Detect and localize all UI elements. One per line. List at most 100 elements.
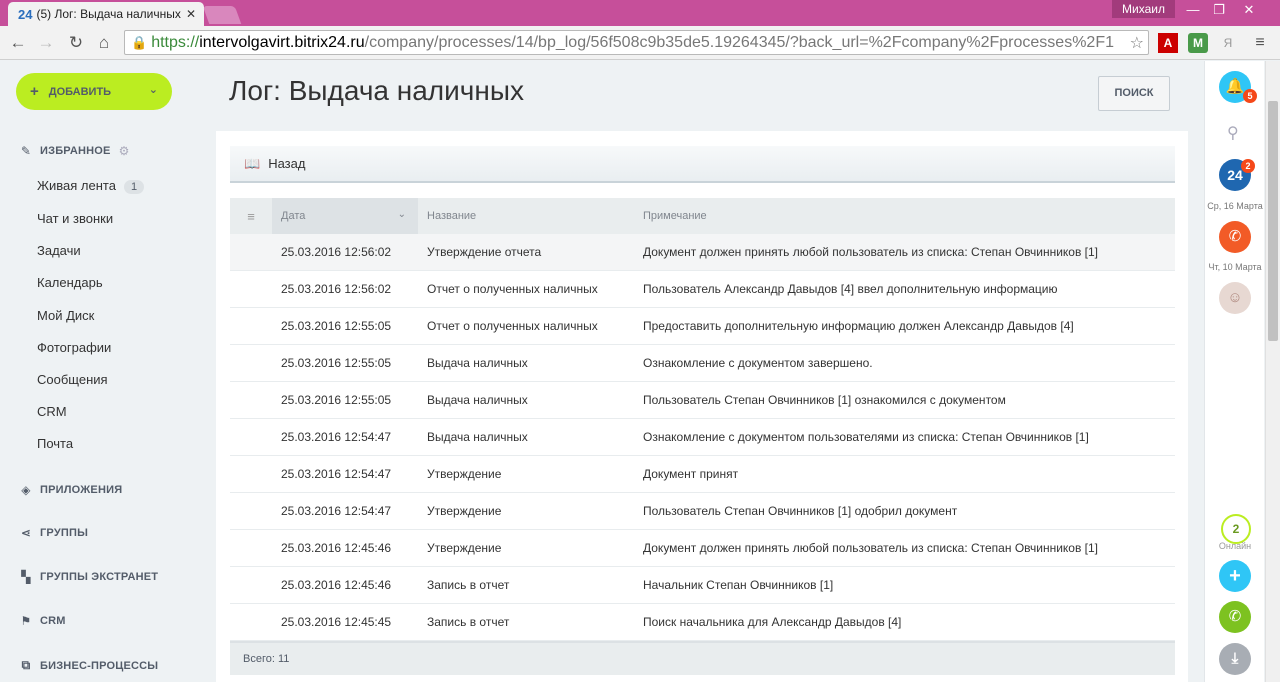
add-chat-icon[interactable]: + bbox=[1219, 560, 1251, 592]
sidebar-item-crm[interactable]: CRM bbox=[37, 404, 67, 419]
sidebar-item-calendar[interactable]: Календарь bbox=[37, 275, 103, 290]
cell-name: Выдача наличных bbox=[427, 356, 528, 370]
avatar[interactable]: ☺ bbox=[1219, 282, 1251, 314]
table-row[interactable]: 25.03.2016 12:45:46 Утверждение Документ… bbox=[230, 530, 1175, 567]
page-scrollbar[interactable] bbox=[1265, 61, 1280, 682]
cell-name: Отчет о полученных наличных bbox=[427, 319, 598, 333]
sidebar-section-label: ГРУППЫ bbox=[40, 527, 89, 539]
bitrix24-favicon-icon: 24 bbox=[18, 6, 33, 22]
sidebar-item-chat[interactable]: Чат и звонки bbox=[37, 211, 113, 226]
table-row[interactable]: 25.03.2016 12:45:45 Запись в отчет Поиск… bbox=[230, 604, 1175, 641]
back-toolbar[interactable]: 📖 Назад bbox=[230, 146, 1175, 183]
call-icon[interactable]: ✆ bbox=[1219, 221, 1251, 253]
table-row[interactable]: 25.03.2016 12:56:02 Отчет о полученных н… bbox=[230, 271, 1175, 308]
search-icon[interactable]: ⚲ bbox=[1227, 123, 1239, 143]
column-note[interactable]: Примечание bbox=[634, 210, 707, 222]
sidebar-section-groups[interactable]: ⋖ ГРУППЫ bbox=[18, 526, 88, 540]
table-row[interactable]: 25.03.2016 12:45:46 Запись в отчет Начал… bbox=[230, 567, 1175, 604]
browser-toolbar: ← → ↻ ⌂ 🔒 https://intervolgavirt.bitrix2… bbox=[0, 26, 1280, 60]
sidebar-section-apps[interactable]: ◈ ПРИЛОЖЕНИЯ bbox=[18, 483, 122, 497]
sidebar-item-messages[interactable]: Сообщения bbox=[37, 372, 108, 387]
sidebar-item-live-feed[interactable]: Живая лента 1 bbox=[37, 178, 145, 194]
table-row[interactable]: 25.03.2016 12:56:02 Утверждение отчета Д… bbox=[230, 234, 1175, 271]
table-row[interactable]: 25.03.2016 12:55:05 Выдача наличных Поль… bbox=[230, 382, 1175, 419]
column-name[interactable]: Название bbox=[418, 210, 634, 222]
sidebar-item-mail[interactable]: Почта bbox=[37, 436, 73, 451]
table-row[interactable]: 25.03.2016 12:55:05 Отчет о полученных н… bbox=[230, 308, 1175, 345]
bookmark-star-icon[interactable]: ☆ bbox=[1130, 33, 1144, 53]
column-date[interactable]: Дата ⌄ bbox=[272, 198, 418, 234]
table-row[interactable]: 25.03.2016 12:54:47 Утверждение Пользова… bbox=[230, 493, 1175, 530]
sidebar-section-label: БИЗНЕС-ПРОЦЕССЫ bbox=[40, 659, 159, 672]
cell-note: Ознакомление с документом пользователями… bbox=[643, 430, 1089, 444]
browser-tab[interactable]: 24 (5) Лог: Выдача наличных ✕ bbox=[8, 2, 204, 26]
table-row[interactable]: 25.03.2016 12:54:47 Утверждение Документ… bbox=[230, 456, 1175, 493]
monitor-icon[interactable]: M bbox=[1188, 33, 1208, 53]
sidebar-section-bizproc[interactable]: ⧉ БИЗНЕС-ПРОЦЕССЫ bbox=[18, 658, 158, 673]
minimize-icon[interactable]: — bbox=[1180, 2, 1206, 17]
cell-date: 25.03.2016 12:55:05 bbox=[281, 319, 392, 333]
add-button[interactable]: + ДОБАВИТЬ ⌄ bbox=[16, 73, 172, 110]
home-icon[interactable]: ⌂ bbox=[92, 33, 116, 53]
sidebar-section-extranet[interactable]: ▚ ГРУППЫ ЭКСТРАНЕТ bbox=[18, 570, 158, 584]
close-window-icon[interactable]: ✕ bbox=[1236, 2, 1262, 18]
maximize-icon[interactable]: ❐ bbox=[1206, 2, 1232, 18]
column-settings-icon[interactable]: ≡ bbox=[230, 209, 272, 224]
new-tab-button[interactable] bbox=[202, 6, 242, 24]
sidebar-section-label: ИЗБРАННОЕ bbox=[40, 145, 111, 157]
column-date-label: Дата bbox=[281, 210, 306, 222]
cell-name: Утверждение bbox=[427, 541, 502, 555]
cell-date: 25.03.2016 12:45:46 bbox=[281, 578, 392, 592]
grid-icon: ▚ bbox=[21, 570, 31, 584]
cell-name: Выдача наличных bbox=[427, 430, 528, 444]
gear-icon[interactable]: ⚙ bbox=[119, 144, 130, 158]
yandex-icon[interactable]: Я bbox=[1218, 33, 1238, 53]
menu-icon[interactable]: ≡ bbox=[1250, 33, 1270, 53]
cell-note: Начальник Степан Овчинников [1] bbox=[643, 578, 834, 592]
page-title: Лог: Выдача наличных bbox=[229, 75, 524, 106]
counter-badge: 1 bbox=[123, 180, 145, 194]
sidebar-section-crm[interactable]: ⚑ CRM bbox=[18, 614, 66, 628]
cell-note: Предоставить дополнительную информацию д… bbox=[643, 319, 1074, 333]
sidebar-section-favorites[interactable]: ✎ ИЗБРАННОЕ ⚙ bbox=[18, 144, 130, 158]
table-row[interactable]: 25.03.2016 12:54:47 Выдача наличных Озна… bbox=[230, 419, 1175, 456]
pdf-icon[interactable]: A bbox=[1158, 33, 1178, 53]
online-counter[interactable]: 2 bbox=[1221, 514, 1251, 544]
cell-name: Утверждение отчета bbox=[427, 245, 542, 259]
browser-user-badge[interactable]: Михаил bbox=[1112, 0, 1175, 18]
cell-date: 25.03.2016 12:56:02 bbox=[281, 282, 392, 296]
phone-icon[interactable]: ✆ bbox=[1219, 601, 1251, 633]
cube-icon: ◈ bbox=[21, 483, 31, 497]
tab-close-icon[interactable]: ✕ bbox=[186, 7, 196, 21]
cell-date: 25.03.2016 12:56:02 bbox=[281, 245, 392, 259]
sidebar-section-label: ГРУППЫ ЭКСТРАНЕТ bbox=[40, 571, 159, 583]
url-scheme: https:// bbox=[151, 33, 200, 51]
cell-date: 25.03.2016 12:54:47 bbox=[281, 504, 392, 518]
flag-icon: ⚑ bbox=[20, 614, 32, 628]
sidebar-section-label: ПРИЛОЖЕНИЯ bbox=[40, 484, 123, 496]
search-button[interactable]: ПОИСК bbox=[1098, 76, 1170, 111]
table-row[interactable]: 25.03.2016 12:55:05 Выдача наличных Озна… bbox=[230, 345, 1175, 382]
sidebar-section-label: CRM bbox=[40, 615, 66, 627]
scrollbar-thumb[interactable] bbox=[1268, 101, 1278, 341]
share-icon: ⋖ bbox=[20, 526, 32, 540]
book-icon: 📖 bbox=[244, 155, 261, 171]
cell-date: 25.03.2016 12:55:05 bbox=[281, 356, 392, 370]
back-arrow-icon[interactable]: ← bbox=[6, 33, 30, 53]
back-link[interactable]: Назад bbox=[268, 156, 305, 171]
forward-arrow-icon[interactable]: → bbox=[34, 33, 58, 53]
url-path: /company/processes/14/bp_log/56f508c9b35… bbox=[364, 33, 1114, 51]
cell-note: Пользователь Степан Овчинников [1] одобр… bbox=[643, 504, 958, 518]
address-bar[interactable]: 🔒 https://intervolgavirt.bitrix24.ru/com… bbox=[124, 30, 1149, 55]
notifications-count-badge: 5 bbox=[1243, 89, 1257, 103]
online-label: Онлайн bbox=[1218, 541, 1252, 551]
pin-icon: ✎ bbox=[20, 144, 32, 158]
reload-icon[interactable]: ↻ bbox=[64, 33, 88, 53]
cell-name: Отчет о полученных наличных bbox=[427, 282, 598, 296]
cell-note: Документ должен принять любой пользовате… bbox=[643, 245, 1099, 259]
sidebar-item-disk[interactable]: Мой Диск bbox=[37, 308, 94, 323]
sidebar-item-photos[interactable]: Фотографии bbox=[37, 340, 111, 355]
log-grid: ≡ Дата ⌄ Название Примечание 25.03.2016 … bbox=[230, 198, 1175, 675]
download-icon[interactable]: ⤓ bbox=[1219, 643, 1251, 675]
sidebar-item-tasks[interactable]: Задачи bbox=[37, 243, 81, 258]
